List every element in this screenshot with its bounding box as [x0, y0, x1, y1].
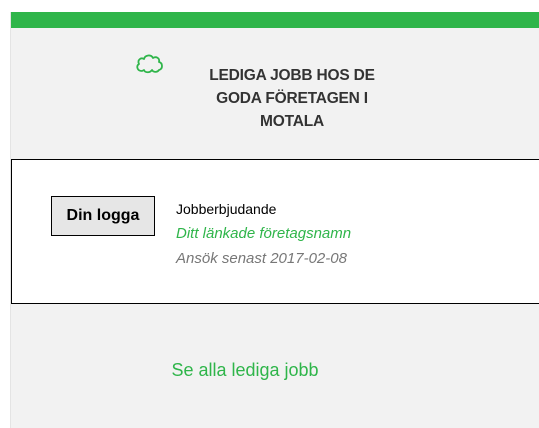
job-title: Jobberbjudande [176, 201, 277, 217]
widget-title: LEDIGA JOBB HOS DE GODA FÖRETAGEN I MOTA… [187, 64, 397, 133]
see-all-jobs-link[interactable]: Se alla lediga jobb [11, 360, 539, 381]
title-line: MOTALA [260, 113, 324, 130]
widget-header: LEDIGA JOBB HOS DE GODA FÖRETAGEN I MOTA… [11, 28, 539, 160]
job-listing-card[interactable]: Din logga Jobberbjudande Ditt länkade fö… [11, 159, 539, 304]
application-deadline: Ansök senast 2017-02-08 [176, 250, 347, 267]
cloud-icon [136, 54, 163, 74]
title-line: GODA FÖRETAGEN I [216, 90, 368, 107]
jobs-widget: LEDIGA JOBB HOS DE GODA FÖRETAGEN I MOTA… [10, 12, 539, 428]
company-logo-placeholder[interactable]: Din logga [51, 196, 155, 236]
accent-bar [11, 12, 539, 28]
company-name-link[interactable]: Ditt länkade företagsnamn [176, 225, 351, 242]
title-line: LEDIGA JOBB HOS DE [209, 67, 375, 84]
